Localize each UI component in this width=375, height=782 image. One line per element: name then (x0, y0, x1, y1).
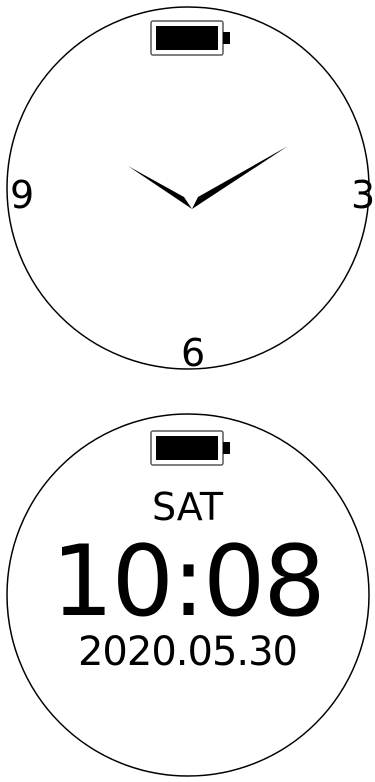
numeral-six: 6 (181, 331, 206, 375)
day-of-week: SAT (151, 485, 224, 529)
hour-hand (128, 166, 192, 209)
digital-time: 10:08 (51, 525, 325, 639)
minute-hand (192, 146, 288, 209)
digital-watch-face: SAT 10:08 2020.05.30 (0, 407, 375, 782)
battery-full-icon (150, 20, 232, 56)
analog-dial-outline (6, 6, 370, 370)
numeral-nine: 9 (10, 173, 35, 217)
digital-date: 2020.05.30 (77, 629, 298, 675)
numeral-three: 3 (351, 173, 375, 217)
analog-watch-face: 9 3 6 (0, 0, 375, 375)
battery-full-icon (150, 430, 232, 466)
